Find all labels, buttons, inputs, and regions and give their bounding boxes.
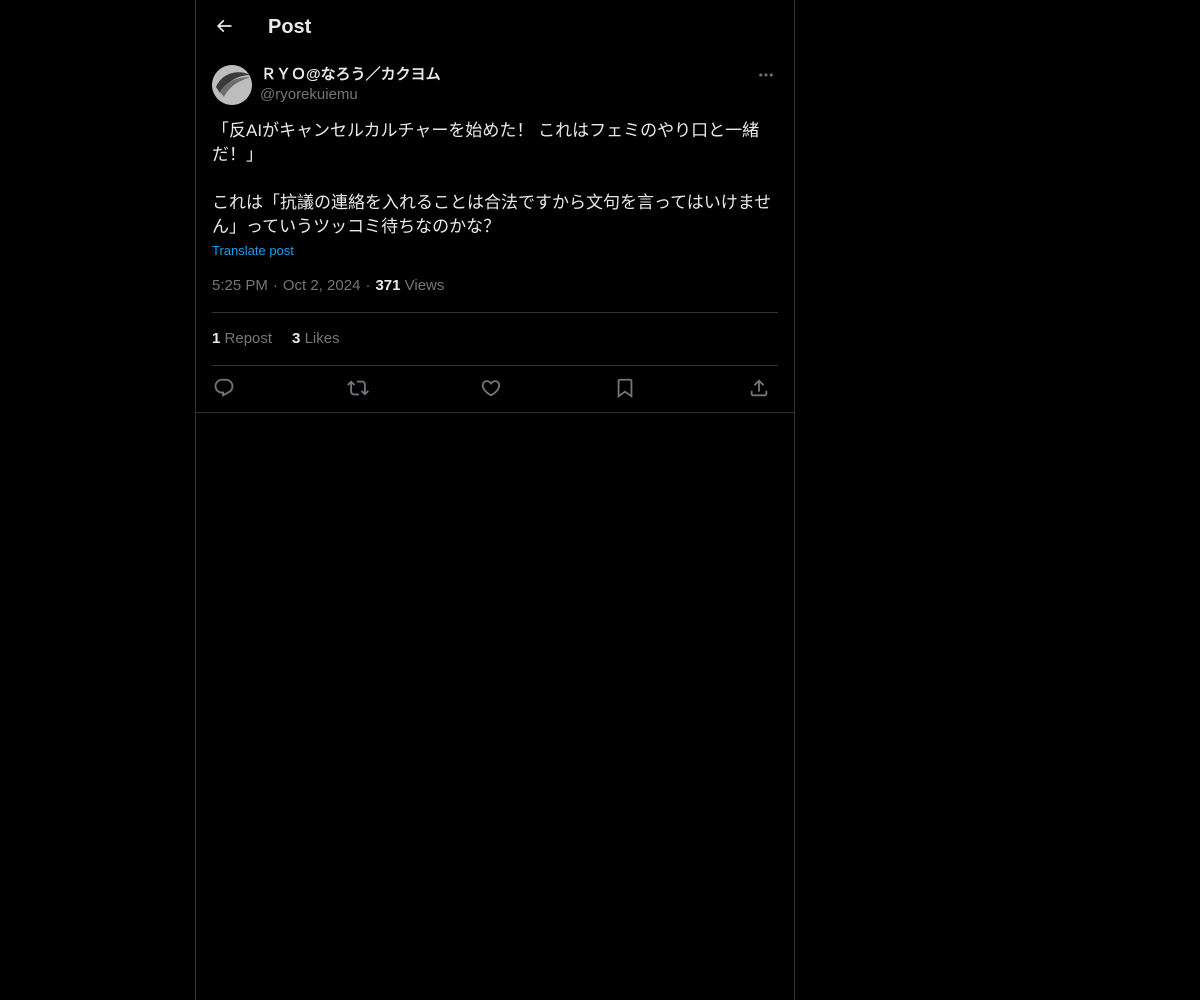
repost-button[interactable] [346,376,370,400]
meta-separator: · [272,277,278,294]
back-button[interactable] [208,10,240,42]
post-meta: 5:25 PM · Oct 2, 2024 · 371 Views [212,276,444,296]
avatar[interactable] [212,65,252,105]
post-detail-column: Post ＲＹＯ@なろう／カクヨム @ryorekuiemu 「反AIがキャンセ… [195,0,795,1000]
post-bottom-border [196,412,794,413]
reposts-label: Repost [224,330,273,347]
post-text: 「反AIがキャンセルカルチャーを始めた！ これはフェミのやり口と一緒だ！」 これ… [212,121,772,236]
more-horizontal-icon [759,73,773,77]
heart-icon [481,380,501,397]
author-display-name[interactable]: ＲＹＯ@なろう／カクヨム [261,65,441,85]
bookmark-button[interactable] [613,376,637,400]
reply-button[interactable] [212,376,236,400]
engagement-stats: 1 Repost 3 Likes [212,329,360,349]
bookmark-icon [617,378,633,399]
page-title: Post [268,16,312,38]
views-count: 371 [375,277,401,294]
share-button[interactable] [747,376,771,400]
post-date[interactable]: Oct 2, 2024 [283,277,361,294]
views-label: Views [404,277,445,294]
reply-icon [214,378,234,397]
likes-count: 3 [292,330,301,347]
divider [212,365,778,366]
reposts-stat[interactable]: 1 Repost [212,330,272,347]
post-time[interactable]: 5:25 PM [212,277,268,294]
page-header: Post [196,0,794,53]
action-bar [212,376,778,402]
like-button[interactable] [479,376,503,400]
repost-icon [347,380,369,396]
arrow-left-icon [216,19,232,33]
author-handle[interactable]: @ryorekuiemu [260,85,358,105]
share-icon [750,379,768,397]
translate-post-link[interactable]: Translate post [212,242,294,260]
likes-label: Likes [304,330,340,347]
reposts-count: 1 [212,330,221,347]
meta-separator: · [365,277,371,294]
post-author: ＲＹＯ@なろう／カクヨム @ryorekuiemu [212,64,778,108]
more-options-button[interactable] [754,64,778,86]
divider [212,312,778,313]
likes-stat[interactable]: 3 Likes [292,330,340,347]
